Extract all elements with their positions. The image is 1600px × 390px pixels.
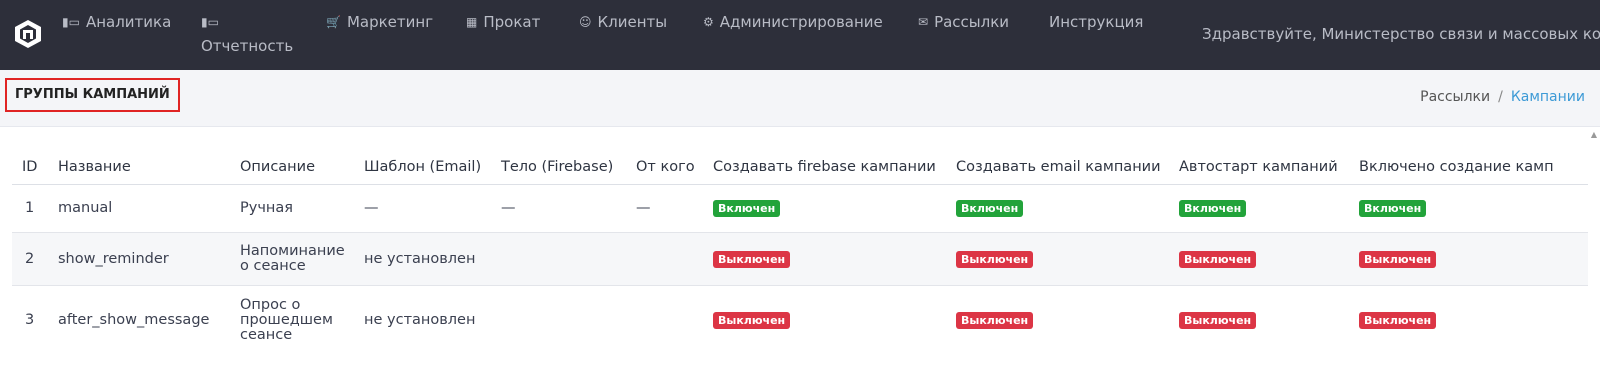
cart-icon: 🛒 (326, 15, 341, 29)
status-badge: Выключен (1179, 311, 1257, 329)
nav-item-marketing[interactable]: 🛒 Маркетинг (326, 12, 433, 32)
breadcrumb-mailings[interactable]: Рассылки (1420, 89, 1490, 105)
column-header-email-template[interactable]: Шаблон (Email) (364, 150, 481, 184)
film-icon: ▦ (466, 15, 478, 29)
column-header-firebase-body[interactable]: Тело (Firebase) (501, 150, 613, 184)
table-row[interactable]: 3 after_show_message Опрос о прошедшем с… (12, 286, 1588, 354)
nav-item-instructions[interactable]: Инструкция (1049, 12, 1143, 32)
bar-chart-icon: ▮▭ (62, 15, 80, 29)
bar-chart-icon: ▮▭ (201, 15, 219, 29)
campaign-groups-table: ID Название Описание Шаблон (Email) Тело… (12, 128, 1588, 390)
nav-item-clients[interactable]: ☺ Клиенты (579, 12, 667, 32)
cell-name: manual (58, 199, 113, 216)
user-greeting[interactable]: Здравствуйте, Министерство связи и массо… (1202, 25, 1600, 43)
cell-id: 3 (25, 311, 35, 328)
logo-icon[interactable] (14, 19, 42, 49)
status-badge: Включен (1359, 199, 1427, 217)
breadcrumb-campaigns[interactable]: Кампании (1511, 89, 1585, 105)
status-badge: Выключен (1359, 250, 1437, 268)
user-icon: ☺ (579, 15, 592, 29)
column-header-autostart[interactable]: Автостарт кампаний (1179, 150, 1338, 184)
cell-id: 1 (25, 199, 35, 216)
status-badge: Включен (956, 199, 1024, 217)
status-badge: Включен (1179, 199, 1247, 217)
table-row[interactable]: 2 show_reminder Напоминание о сеансе не … (12, 233, 1588, 286)
cell-id: 2 (25, 250, 35, 267)
envelope-icon: ✉ (918, 15, 929, 29)
breadcrumb-separator: / (1498, 89, 1503, 105)
gears-icon: ⚙ (703, 15, 714, 29)
scroll-up-arrow-icon[interactable]: ▲ (1588, 130, 1600, 140)
cell-email-template: не установлен (364, 311, 476, 328)
nav-item-administration[interactable]: ⚙ Администрирование (703, 12, 883, 32)
table-row[interactable]: 1 manual Ручная — — — Включен Включен Вк… (12, 184, 1588, 233)
status-badge: Выключен (1179, 250, 1257, 268)
cell-description: Напоминание о сеансе (240, 243, 345, 274)
column-header-creation-enabled[interactable]: Включено создание камп (1359, 150, 1554, 184)
table-header: ID Название Описание Шаблон (Email) Тело… (12, 150, 1588, 185)
column-header-create-email[interactable]: Создавать email кампании (956, 150, 1161, 184)
column-header-description[interactable]: Описание (240, 150, 315, 184)
status-badge: Выключен (1359, 311, 1437, 329)
nav-item-rental[interactable]: ▦ Прокат (466, 12, 540, 32)
column-header-name[interactable]: Название (58, 150, 131, 184)
nav-item-analytics[interactable]: ▮▭ Аналитика (62, 12, 171, 32)
cell-firebase-body: — (501, 199, 516, 216)
cell-email-template: — (364, 199, 379, 216)
cell-email-template: не установлен (364, 250, 476, 267)
cell-description: Ручная (240, 199, 293, 216)
cell-from: — (636, 199, 651, 216)
status-badge: Выключен (713, 311, 791, 329)
column-header-id[interactable]: ID (22, 150, 37, 184)
page-header: ГРУППЫ КАМПАНИЙ Рассылки / Кампании (0, 70, 1600, 127)
page-title: ГРУППЫ КАМПАНИЙ (5, 78, 180, 112)
status-badge: Выключен (956, 250, 1034, 268)
nav-item-reports[interactable]: ▮▭ Отчетность (201, 12, 293, 56)
column-header-create-firebase[interactable]: Создавать firebase кампании (713, 150, 936, 184)
column-header-from[interactable]: От кого (636, 150, 695, 184)
breadcrumb: Рассылки / Кампании (1420, 89, 1585, 105)
cell-description: Опрос о прошедшем сеансе (240, 296, 333, 343)
cell-name: after_show_message (58, 311, 210, 328)
status-badge: Выключен (713, 250, 791, 268)
nav-item-mailings[interactable]: ✉ Рассылки (918, 12, 1009, 32)
status-badge: Выключен (956, 311, 1034, 329)
status-badge: Включен (713, 199, 781, 217)
top-navbar: ▮▭ Аналитика ▮▭ Отчетность 🛒 Маркетинг ▦ Пр… (0, 0, 1600, 70)
cell-name: show_reminder (58, 250, 169, 267)
